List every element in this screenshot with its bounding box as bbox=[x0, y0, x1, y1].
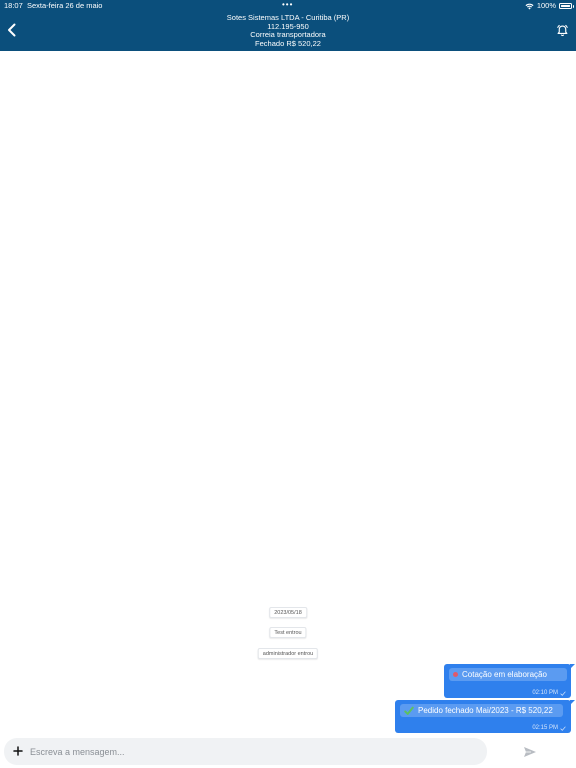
alarm-bell-icon bbox=[556, 24, 568, 36]
battery-percent: 100% bbox=[536, 1, 556, 10]
app-header: 18:07 Sexta-feira 26 de maio ••• 100% So… bbox=[0, 0, 576, 51]
send-icon bbox=[523, 747, 536, 757]
message-bubble[interactable]: Pedido fechado Mai/2023 - R$ 520,22 02:1… bbox=[395, 700, 575, 733]
message-composer bbox=[4, 738, 487, 765]
status-bar: 18:07 Sexta-feira 26 de maio ••• 100% bbox=[0, 0, 576, 12]
wifi-icon bbox=[525, 3, 534, 9]
chat-header-info: Sotes Sistemas LTDA - Curitiba (PR) 112.… bbox=[100, 13, 476, 48]
back-button[interactable] bbox=[3, 20, 19, 40]
message-bubble[interactable]: Cotação em elaboração 02:10 PM bbox=[444, 664, 575, 698]
message-time-text: 02:15 PM bbox=[532, 725, 558, 731]
red-dot-icon bbox=[453, 672, 458, 677]
message-text: Pedido fechado Mai/2023 - R$ 520,22 bbox=[418, 706, 553, 715]
message-text: Cotação em elaboração bbox=[462, 670, 547, 679]
message-input[interactable] bbox=[30, 742, 470, 761]
alarm-button[interactable] bbox=[554, 22, 570, 38]
plus-icon bbox=[13, 746, 23, 756]
message-time: 02:10 PM bbox=[532, 690, 566, 696]
check-icon bbox=[404, 706, 414, 715]
order-status: Fechado R$ 520,22 bbox=[255, 38, 321, 48]
sent-check-icon bbox=[560, 690, 566, 696]
message-status-chip: Pedido fechado Mai/2023 - R$ 520,22 bbox=[400, 704, 563, 717]
chevron-left-icon bbox=[7, 23, 15, 37]
system-message-join: Test entrou bbox=[269, 627, 307, 638]
status-right: 100% bbox=[525, 0, 574, 12]
battery-icon bbox=[559, 3, 574, 9]
status-time: 18:07 bbox=[4, 1, 23, 10]
message-status-chip: Cotação em elaboração bbox=[449, 668, 567, 681]
message-time: 02:15 PM bbox=[532, 725, 566, 731]
system-message-join: administrador entrou bbox=[257, 648, 319, 659]
multitask-dots-icon[interactable]: ••• bbox=[282, 0, 293, 11]
send-button[interactable] bbox=[522, 745, 537, 759]
status-date: Sexta-feira 26 de maio bbox=[27, 1, 103, 10]
sent-check-icon bbox=[560, 725, 566, 731]
system-message-date: 2023/05/18 bbox=[269, 607, 307, 618]
message-time-text: 02:10 PM bbox=[532, 690, 558, 696]
attach-button[interactable] bbox=[12, 745, 24, 757]
